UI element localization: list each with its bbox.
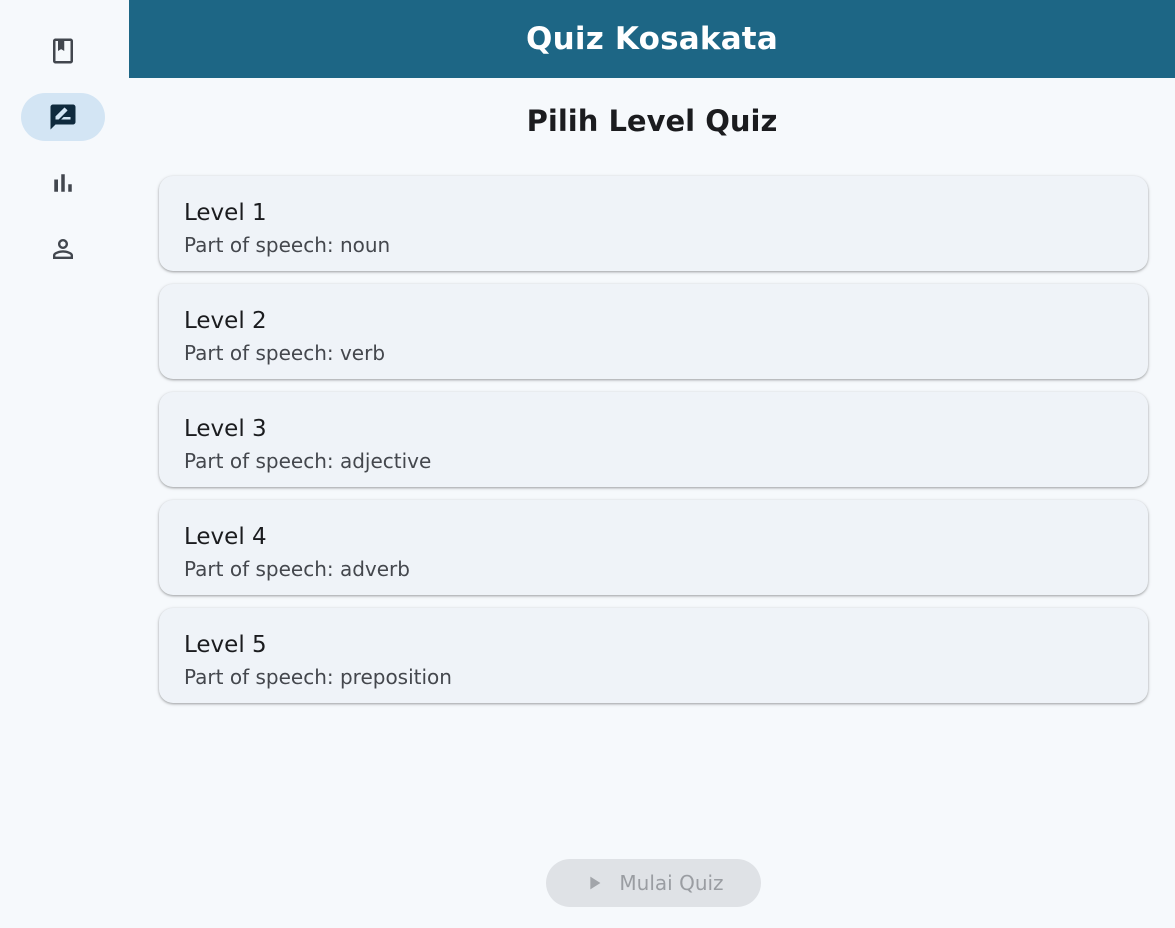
level-card-3[interactable]: Level 3 Part of speech: adjective: [159, 392, 1148, 487]
level-subtitle: Part of speech: adverb: [184, 557, 410, 581]
book-icon: [53, 38, 73, 64]
level-subtitle: Part of speech: noun: [184, 233, 391, 257]
level-card-2[interactable]: Level 2 Part of speech: verb: [159, 284, 1148, 379]
rate-review-icon: [50, 104, 76, 130]
bar-chart-icon: [54, 174, 72, 192]
app-title: Quiz Kosakata: [526, 21, 778, 57]
play-icon: [590, 876, 601, 890]
level-title: Level 3: [184, 416, 267, 442]
nav-item-profile[interactable]: [21, 225, 105, 273]
person-icon: [53, 239, 73, 259]
level-title: Level 5: [184, 632, 267, 658]
start-quiz-button[interactable]: Mulai Quiz: [546, 859, 761, 907]
nav-item-book[interactable]: [21, 27, 105, 75]
level-title: Level 2: [184, 308, 267, 334]
level-subtitle: Part of speech: adjective: [184, 449, 432, 473]
level-card-1[interactable]: Level 1 Part of speech: noun: [159, 176, 1148, 271]
level-title: Level 1: [184, 200, 267, 226]
level-card-5[interactable]: Level 5 Part of speech: preposition: [159, 608, 1148, 703]
level-subtitle: Part of speech: preposition: [184, 665, 452, 689]
level-card-4[interactable]: Level 4 Part of speech: adverb: [159, 500, 1148, 595]
level-subtitle: Part of speech: verb: [184, 341, 386, 365]
page-title: Pilih Level Quiz: [526, 104, 778, 138]
start-quiz-label: Mulai Quiz: [619, 871, 724, 895]
level-title: Level 4: [184, 524, 267, 550]
app-bar: Quiz Kosakata: [129, 0, 1175, 78]
nav-item-stats[interactable]: [21, 159, 105, 207]
navigation-rail: [0, 0, 129, 928]
nav-item-quiz[interactable]: [21, 93, 105, 141]
level-list: Level 1 Part of speech: noun Level 2 Par…: [159, 176, 1148, 716]
